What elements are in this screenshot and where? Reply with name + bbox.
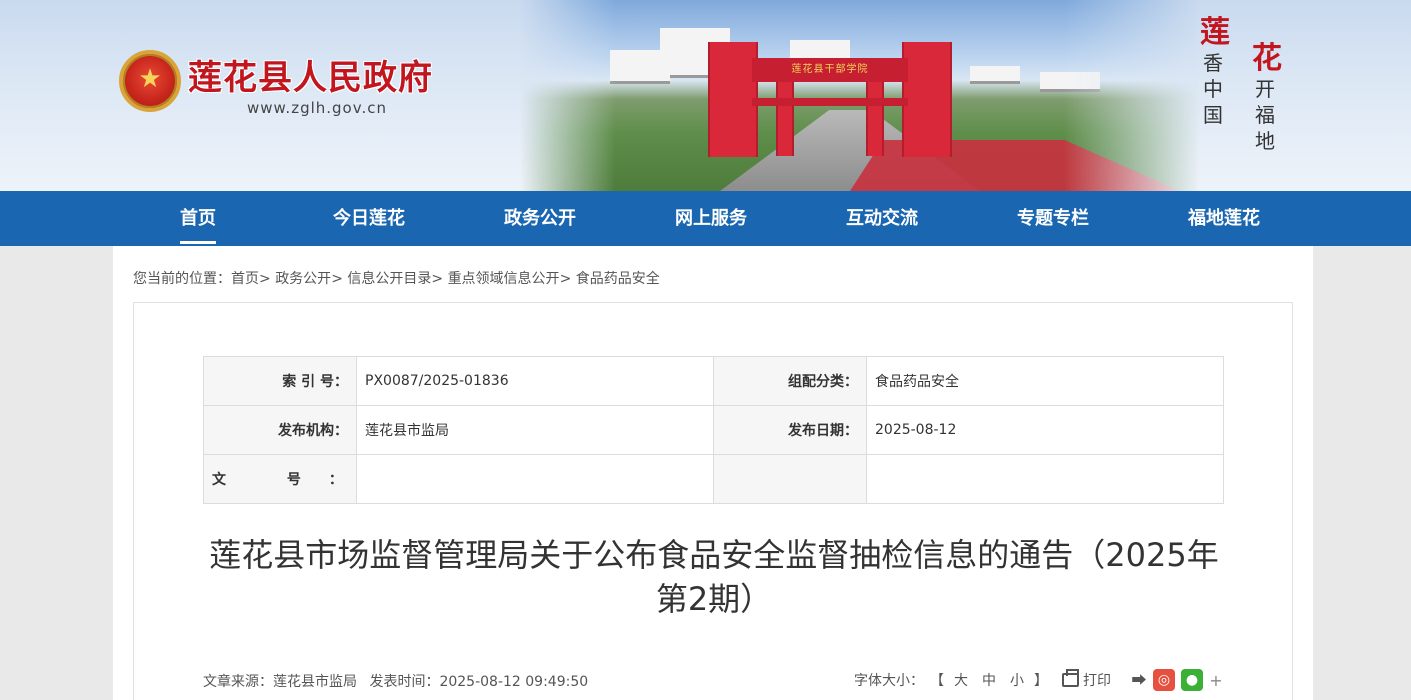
- font-size-small-button[interactable]: 小: [1006, 670, 1028, 690]
- gate-sign: 莲花县干部学院: [780, 62, 880, 78]
- breadcrumb-link-home[interactable]: 首页: [231, 271, 259, 287]
- nav-item-today[interactable]: 今日莲花: [309, 191, 429, 246]
- weibo-icon[interactable]: ◎: [1153, 669, 1175, 691]
- breadcrumb-link-key-areas[interactable]: 重点领域信息公开: [448, 271, 560, 287]
- motto-right: 花 开 福 地: [1252, 41, 1282, 154]
- info-table: 索 引 号： PX0087/2025-01836 组配分类： 食品药品安全 发布…: [203, 356, 1224, 504]
- table-row: 索 引 号： PX0087/2025-01836 组配分类： 食品药品安全: [203, 356, 1224, 406]
- index-label: 索 引 号：: [203, 356, 357, 406]
- table-row: 发布机构： 莲花县市监局 发布日期： 2025-08-12: [203, 405, 1224, 455]
- banner-scenery-image: [520, 0, 1200, 191]
- publisher-value: 莲花县市监局: [356, 405, 714, 455]
- site-url: www.zglh.gov.cn: [247, 99, 387, 117]
- article-publish-time: 发表时间：2025-08-12 09:49:50: [369, 674, 589, 690]
- national-emblem-logo[interactable]: ★: [119, 50, 181, 112]
- empty-value: [866, 454, 1224, 504]
- article-container: 索 引 号： PX0087/2025-01836 组配分类： 食品药品安全 发布…: [133, 302, 1293, 700]
- publisher-label: 发布机构：: [203, 405, 357, 455]
- date-label: 发布日期：: [713, 405, 867, 455]
- nav-item-gov-affairs[interactable]: 政务公开: [480, 191, 600, 246]
- empty-label: [713, 454, 867, 504]
- nav-item-interaction[interactable]: 互动交流: [822, 191, 942, 246]
- header-banner: 莲花县干部学院 ★ 莲花县人民政府 www.zglh.gov.cn 莲 香 中 …: [0, 0, 1411, 191]
- wechat-icon[interactable]: ●: [1181, 669, 1203, 691]
- breadcrumb-prefix: 您当前的位置：: [133, 271, 231, 287]
- article-title: 莲花县市场监督管理局关于公布食品安全监督抽检信息的通告（2025年第2期）: [209, 536, 1219, 618]
- breadcrumb-link-directory[interactable]: 信息公开目录: [347, 271, 431, 287]
- font-size-label: 字体大小：: [854, 673, 924, 689]
- printer-icon: [1062, 669, 1079, 687]
- breadcrumb-link-food-drug[interactable]: 食品药品安全: [576, 271, 660, 287]
- font-size-medium-button[interactable]: 中: [978, 670, 1000, 690]
- share-icon[interactable]: ⮕: [1131, 672, 1147, 688]
- article-meta-bar: 文章来源：莲花县市监局 发表时间：2025-08-12 09:49:50 字体大…: [203, 669, 1223, 691]
- article-source: 文章来源：莲花县市监局: [203, 674, 357, 690]
- motto-left: 莲 香 中 国: [1200, 15, 1230, 128]
- breadcrumb: 您当前的位置：首页> 政务公开> 信息公开目录> 重点领域信息公开> 食品药品安…: [133, 271, 660, 287]
- breadcrumb-link-gov-affairs[interactable]: 政务公开: [275, 271, 331, 287]
- main-nav: 首页 今日莲花 政务公开 网上服务 互动交流 专题专栏 福地莲花: [0, 191, 1411, 246]
- index-value: PX0087/2025-01836: [356, 356, 714, 406]
- table-row: 文 号：: [203, 454, 1224, 504]
- plus-icon[interactable]: +: [1209, 671, 1223, 690]
- nav-item-online-service[interactable]: 网上服务: [651, 191, 771, 246]
- date-value: 2025-08-12: [866, 405, 1224, 455]
- font-size-large-button[interactable]: 大: [950, 670, 972, 690]
- content-panel: 您当前的位置：首页> 政务公开> 信息公开目录> 重点领域信息公开> 食品药品安…: [113, 246, 1313, 700]
- nav-item-home[interactable]: 首页: [138, 191, 258, 246]
- docno-label: 文 号：: [203, 454, 357, 504]
- site-title[interactable]: 莲花县人民政府: [188, 50, 433, 99]
- docno-value: [356, 454, 714, 504]
- nav-item-fudi[interactable]: 福地莲花: [1164, 191, 1284, 246]
- print-button[interactable]: 打印: [1062, 669, 1111, 690]
- print-label: 打印: [1083, 673, 1111, 689]
- category-label: 组配分类：: [713, 356, 867, 406]
- nav-item-topics[interactable]: 专题专栏: [993, 191, 1113, 246]
- category-value: 食品药品安全: [866, 356, 1224, 406]
